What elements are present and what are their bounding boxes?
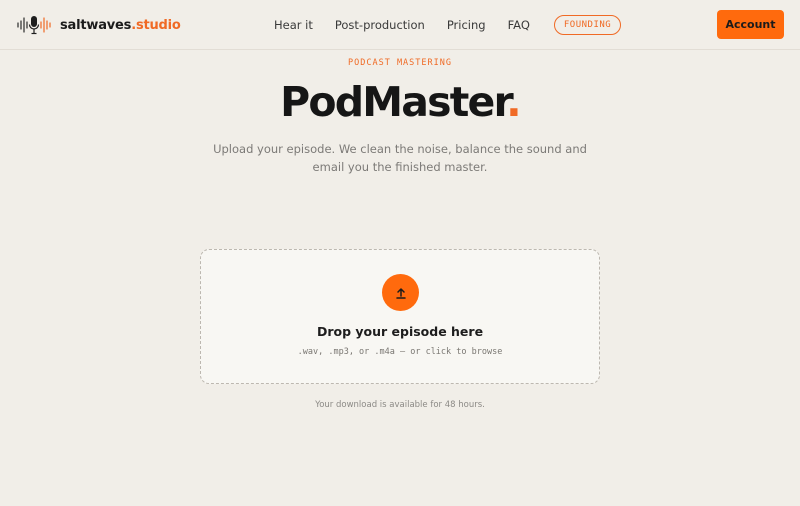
waveform-microphone-logo-icon bbox=[16, 13, 52, 37]
title-text: PodMaster bbox=[280, 78, 508, 126]
nav-pricing[interactable]: Pricing bbox=[447, 18, 486, 32]
brand-suffix: .studio bbox=[131, 17, 181, 33]
account-button[interactable]: Account bbox=[717, 10, 784, 39]
nav-post-production[interactable]: Post-production bbox=[335, 18, 425, 32]
brand-logo-link[interactable]: saltwaves.studio bbox=[16, 13, 181, 37]
upload-dropzone[interactable]: Drop your episode here .wav, .mp3, or .m… bbox=[200, 249, 600, 384]
download-footnote: Your download is available for 48 hours. bbox=[315, 400, 485, 410]
page-title: PodMaster. bbox=[0, 77, 800, 127]
upload-arrow-icon bbox=[395, 287, 406, 299]
brand-name: saltwaves.studio bbox=[60, 17, 181, 33]
nav-hear-it[interactable]: Hear it bbox=[274, 18, 313, 32]
site-header: saltwaves.studio Hear it Post-production… bbox=[0, 0, 800, 50]
hero-eyebrow: PODCAST MASTERING bbox=[348, 58, 452, 68]
nav-faq[interactable]: FAQ bbox=[508, 18, 530, 32]
dropzone-title: Drop your episode here bbox=[316, 324, 484, 339]
main-nav: Hear it Post-production Pricing FAQ FOUN… bbox=[274, 0, 622, 50]
hero-subtitle: Upload your episode. We clean the noise,… bbox=[213, 142, 587, 174]
upload-button[interactable] bbox=[382, 274, 419, 311]
title-dot: . bbox=[506, 78, 522, 126]
founding-badge[interactable]: FOUNDING bbox=[553, 15, 622, 35]
dropzone-hint: .wav, .mp3, or .m4a — or click to browse bbox=[297, 347, 503, 357]
